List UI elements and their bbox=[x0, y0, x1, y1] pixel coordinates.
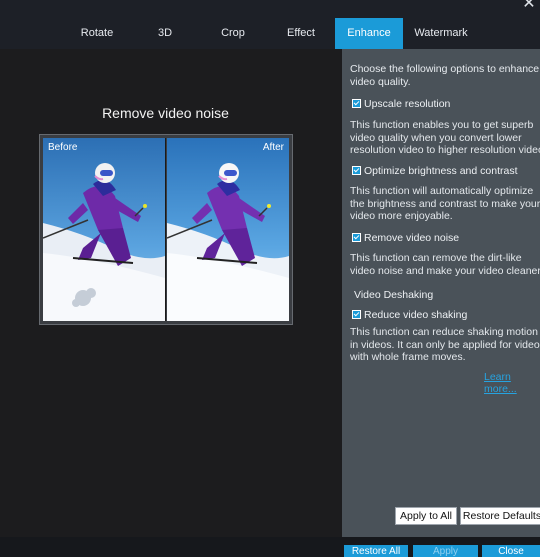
restore-all-button[interactable]: Restore All bbox=[344, 545, 408, 557]
optimize-brightness-description: This function will automatically optimiz… bbox=[350, 185, 540, 222]
checkbox-checked-icon[interactable] bbox=[352, 233, 361, 242]
optimize-brightness-checkbox[interactable]: Optimize brightness and contrast bbox=[352, 164, 518, 177]
skier-image-before bbox=[43, 138, 165, 321]
optimize-brightness-label: Optimize brightness and contrast bbox=[364, 164, 518, 177]
restore-defaults-button[interactable]: Restore Defaults bbox=[460, 507, 540, 525]
before-label: Before bbox=[48, 142, 78, 153]
preview-title: Remove video noise bbox=[102, 105, 229, 121]
tab-rotate[interactable]: Rotate bbox=[66, 18, 128, 49]
upscale-resolution-label: Upscale resolution bbox=[364, 97, 451, 110]
tab-watermark[interactable]: Watermark bbox=[404, 18, 478, 49]
video-deshaking-heading: Video Deshaking bbox=[354, 289, 434, 301]
close-window-icon[interactable]: ✕ bbox=[522, 0, 536, 12]
checkbox-checked-icon[interactable] bbox=[352, 310, 361, 319]
close-button[interactable]: Close bbox=[482, 545, 540, 557]
enhance-options-panel: Choose the following options to enhance … bbox=[342, 49, 540, 537]
before-after-preview: Before After bbox=[39, 134, 293, 325]
skier-image-after bbox=[167, 138, 289, 321]
tab-enhance[interactable]: Enhance bbox=[335, 18, 403, 49]
enhance-intro-text: Choose the following options to enhance … bbox=[350, 63, 540, 88]
checkbox-checked-icon[interactable] bbox=[352, 99, 361, 108]
after-image: After bbox=[167, 138, 289, 321]
tab-3d[interactable]: 3D bbox=[136, 18, 194, 49]
upscale-resolution-description: This function enables you to get superb … bbox=[350, 119, 540, 156]
tab-bar: Rotate 3D Crop Effect Enhance Watermark bbox=[0, 18, 540, 49]
after-label: After bbox=[262, 142, 284, 153]
learn-more-link[interactable]: Learn more... bbox=[484, 371, 540, 395]
remove-noise-description: This function can remove the dirt-like v… bbox=[350, 252, 540, 277]
title-bar bbox=[0, 0, 540, 18]
upscale-resolution-checkbox[interactable]: Upscale resolution bbox=[352, 97, 450, 110]
checkbox-checked-icon[interactable] bbox=[352, 166, 361, 175]
remove-noise-checkbox[interactable]: Remove video noise bbox=[352, 231, 459, 244]
reduce-shaking-label: Reduce video shaking bbox=[364, 308, 468, 321]
remove-noise-label: Remove video noise bbox=[364, 231, 460, 244]
before-image: Before bbox=[43, 138, 165, 321]
reduce-shaking-description: This function can reduce shaking motion … bbox=[350, 326, 540, 363]
compare-divider bbox=[165, 138, 166, 321]
apply-button[interactable]: Apply bbox=[413, 545, 478, 557]
reduce-shaking-checkbox[interactable]: Reduce video shaking bbox=[352, 308, 467, 321]
apply-to-all-button[interactable]: Apply to All bbox=[395, 507, 457, 525]
tab-crop[interactable]: Crop bbox=[204, 18, 262, 49]
tab-effect[interactable]: Effect bbox=[272, 18, 330, 49]
